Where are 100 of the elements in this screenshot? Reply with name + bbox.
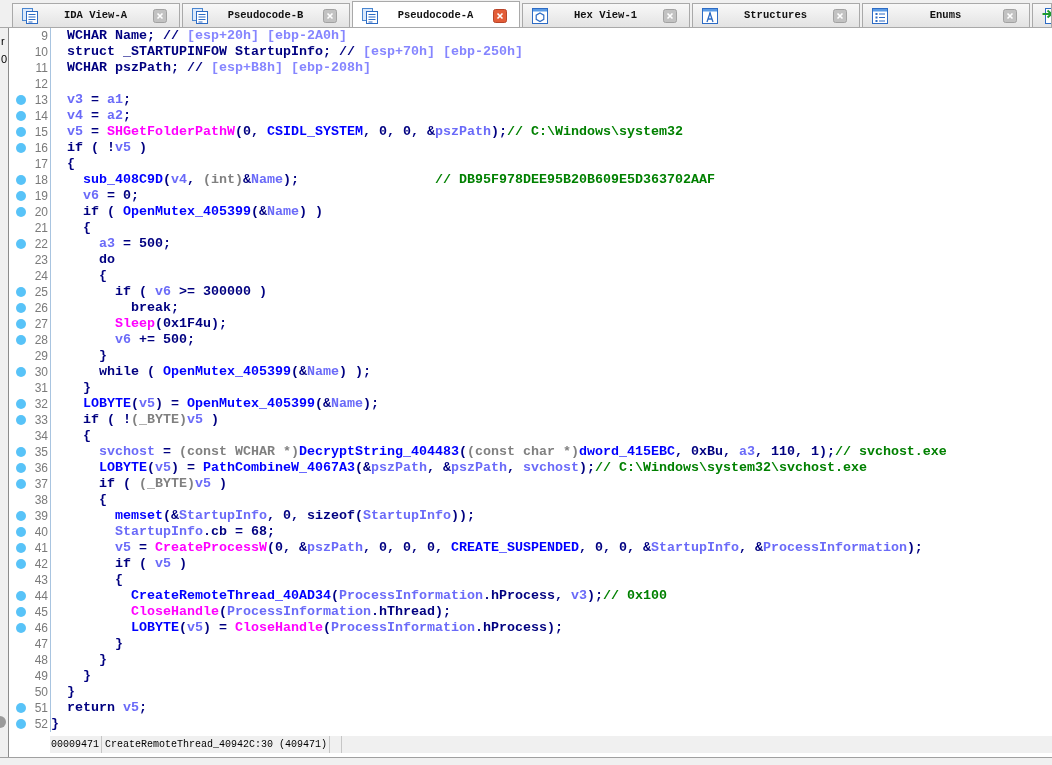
- close-icon[interactable]: [323, 9, 337, 23]
- line-number: 49: [33, 668, 49, 684]
- line-number: 22: [33, 236, 49, 252]
- code-line: if ( OpenMutex_405399(&Name) ): [83, 204, 323, 220]
- line-number: 32: [33, 396, 49, 412]
- code-line: if ( v6 >= 300000 ): [115, 284, 267, 300]
- tab[interactable]: Structures: [692, 3, 860, 27]
- document-icon: [192, 8, 208, 24]
- line-number: 23: [33, 252, 49, 268]
- code-line: v6 += 500;: [115, 332, 195, 348]
- document-icon: [362, 7, 378, 24]
- line-number: 10: [33, 44, 49, 60]
- status-text: CreateRemoteThread_40942C:30 (409471): [102, 736, 331, 753]
- code-line: return v5;: [67, 700, 147, 716]
- line-number: 19: [33, 188, 49, 204]
- code-line: v4 = a2;: [67, 108, 131, 124]
- close-icon[interactable]: [663, 9, 677, 23]
- line-number: 31: [33, 380, 49, 396]
- line-number: 51: [33, 700, 49, 716]
- line-number: 14: [33, 108, 49, 124]
- code-line: StartupInfo.cb = 68;: [115, 524, 275, 540]
- code-line: CreateRemoteThread_40AD34(ProcessInformation.hProcess, v3);// 0x100: [130, 588, 667, 604]
- code-line: v5 = SHGetFolderPathW(0, CSIDL_SYSTEM, 0, 0, &pszPath);// C:\Windows\system32: [67, 124, 683, 140]
- code-line: }: [67, 684, 75, 700]
- close-icon[interactable]: [1003, 9, 1017, 23]
- line-number: 45: [33, 604, 49, 620]
- code-line: LOBYTE(v5) = OpenMutex_405399(&Name);: [83, 396, 379, 412]
- line-number: 46: [33, 620, 49, 636]
- code-line: }: [83, 380, 91, 396]
- line-number: 18: [33, 172, 49, 188]
- code-line: }: [99, 348, 107, 364]
- line-number: 34: [33, 428, 49, 444]
- line-number: 38: [33, 492, 49, 508]
- line-number: 25: [33, 284, 49, 300]
- tab[interactable]: Enums: [862, 3, 1030, 27]
- panel-text: r: [0, 34, 6, 48]
- tab[interactable]: [1032, 3, 1052, 27]
- code-line: {: [67, 156, 75, 172]
- line-number: 16: [33, 140, 49, 156]
- line-number: 50: [33, 684, 49, 700]
- line-number: 33: [33, 412, 49, 428]
- code-line: {: [115, 572, 123, 588]
- code-line: }: [99, 652, 107, 668]
- line-number: 11: [34, 60, 49, 76]
- line-number: 24: [33, 268, 49, 284]
- code-line: }: [51, 716, 59, 732]
- code-line: Sleep(0x1F4u);: [115, 316, 227, 332]
- code-line: svchost = (const WCHAR *)DecryptString_404483((const char *)dword_415EBC, 0xBu, a3, 110, 1);// svchost.exe: [99, 444, 947, 460]
- line-number: 21: [33, 220, 49, 236]
- code-line: while ( OpenMutex_405399(&Name) );: [99, 364, 371, 380]
- line-number: 13: [33, 92, 49, 108]
- close-icon[interactable]: [493, 8, 507, 23]
- line-number: 36: [33, 460, 49, 476]
- line-number: 42: [33, 556, 49, 572]
- line-number: 15: [33, 124, 49, 140]
- line-number: 29: [33, 348, 49, 364]
- line-number: 28: [33, 332, 49, 348]
- code-line: }: [115, 636, 123, 652]
- line-number: 48: [33, 652, 49, 668]
- code-line: if ( v5 ): [115, 556, 187, 572]
- letter-a-icon: [702, 8, 718, 24]
- code-line: {: [83, 220, 91, 236]
- code-line: if ( !(_BYTE)v5 ): [83, 412, 219, 428]
- code-line: v3 = a1;: [67, 92, 131, 108]
- line-number: 44: [33, 588, 49, 604]
- list-icon: [872, 8, 888, 24]
- line-number: 30: [33, 364, 49, 380]
- close-icon[interactable]: [153, 9, 167, 23]
- code-line: break;: [130, 300, 179, 316]
- line-number: 37: [33, 476, 49, 492]
- close-icon[interactable]: [833, 9, 847, 23]
- code-line: {: [99, 268, 107, 284]
- line-number: 41: [33, 540, 49, 556]
- code-line: struct _STARTUPINFOW StartupInfo; // [esp+70h] [ebp-250h]: [67, 44, 523, 60]
- tab[interactable]: Pseudocode-B: [182, 3, 350, 27]
- code-line: {: [83, 428, 91, 444]
- line-number: 39: [33, 508, 49, 524]
- tab[interactable]: IDA View-A: [12, 3, 180, 27]
- code-line: LOBYTE(v5) = CloseHandle(ProcessInformation.hProcess);: [130, 620, 563, 636]
- line-number: 43: [33, 572, 49, 588]
- code-line: v6 = 0;: [83, 188, 139, 204]
- code-line: WCHAR Name; // [esp+20h] [ebp-2A0h]: [67, 28, 347, 44]
- code-line: sub_408C9D(v4, (int)&Name); // DB95F978DEE95B20B609E5D363702AAF: [83, 172, 715, 188]
- code-line: LOBYTE(v5) = PathCombineW_4067A3(&pszPath, &pszPath, svchost);// C:\Windows\system32\svchost.exe: [99, 460, 867, 476]
- line-number: 20: [33, 204, 49, 220]
- code-line: memset(&StartupInfo, 0, sizeof(StartupInfo));: [115, 508, 475, 524]
- line-number: 12: [33, 76, 49, 92]
- arrow-icon: [1042, 8, 1051, 24]
- tab[interactable]: Pseudocode-A: [352, 1, 520, 27]
- code-line: if ( !v5 ): [67, 140, 147, 156]
- code-line: WCHAR pszPath; // [esp+B8h] [ebp-208h]: [67, 60, 371, 76]
- tab[interactable]: Hex View-1: [522, 3, 690, 27]
- line-number: 9: [40, 28, 49, 44]
- line-number: 26: [33, 300, 49, 316]
- code-line: {: [99, 492, 107, 508]
- line-number: 47: [33, 636, 49, 652]
- code-line: if ( (_BYTE)v5 ): [99, 476, 227, 492]
- document-icon: [22, 8, 38, 24]
- line-number: 52: [33, 716, 49, 732]
- code-line: }: [83, 668, 91, 684]
